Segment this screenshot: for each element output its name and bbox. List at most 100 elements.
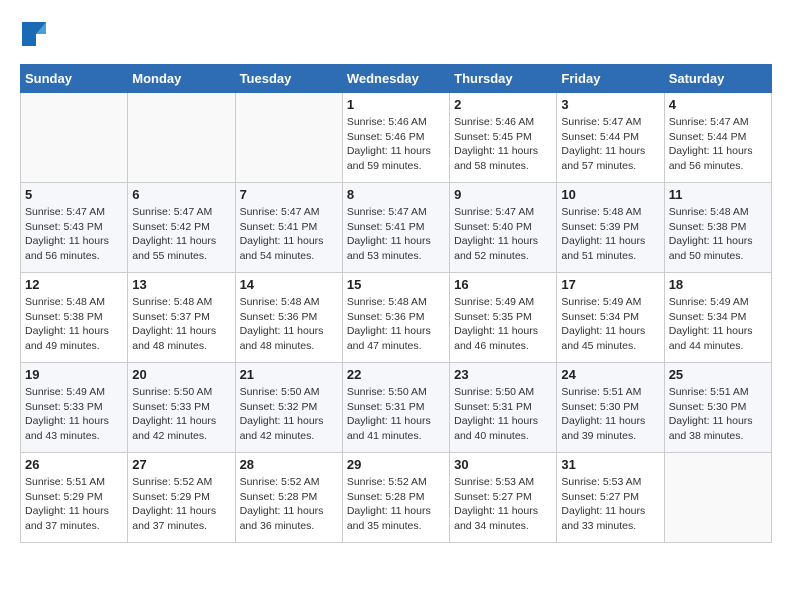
calendar-cell: 4Sunrise: 5:47 AM Sunset: 5:44 PM Daylig… (664, 93, 771, 183)
day-number: 26 (25, 457, 123, 472)
day-number: 14 (240, 277, 338, 292)
day-info: Sunrise: 5:47 AM Sunset: 5:43 PM Dayligh… (25, 205, 123, 264)
day-number: 5 (25, 187, 123, 202)
calendar-cell: 19 Sunrise: 5:49 AM Sunset: 5:33 PM Dayli… (21, 363, 128, 453)
day-info: Sunrise: 5:48 AM Sunset: 5:39 PM Dayligh… (561, 205, 659, 264)
calendar-week-row: 12 Sunrise: 5:48 AM Sunset: 5:38 PM Dayli… (21, 273, 772, 363)
weekday-header: Tuesday (235, 65, 342, 93)
calendar-week-row: 26 Sunrise: 5:51 AM Sunset: 5:29 PM Dayli… (21, 453, 772, 543)
day-number: 6 (132, 187, 230, 202)
day-number: 2 (454, 97, 552, 112)
day-number: 9 (454, 187, 552, 202)
calendar-cell: 22Sunrise: 5:50 AM Sunset: 5:31 PM Dayli… (342, 363, 449, 453)
calendar-cell: 13 Sunrise: 5:48 AM Sunset: 5:37 PM Dayli… (128, 273, 235, 363)
weekday-header: Friday (557, 65, 664, 93)
day-info: Sunrise: 5:50 AM Sunset: 5:31 PM Dayligh… (347, 385, 445, 444)
day-number: 8 (347, 187, 445, 202)
calendar-cell: 6 Sunrise: 5:47 AM Sunset: 5:42 PM Daylig… (128, 183, 235, 273)
day-number: 23 (454, 367, 552, 382)
day-number: 29 (347, 457, 445, 472)
calendar-cell: 21Sunrise: 5:50 AM Sunset: 5:32 PM Dayli… (235, 363, 342, 453)
day-info: Sunrise: 5:53 AM Sunset: 5:27 PM Dayligh… (454, 475, 552, 534)
day-number: 31 (561, 457, 659, 472)
day-number: 12 (25, 277, 123, 292)
calendar-table: SundayMondayTuesdayWednesdayThursdayFrid… (20, 64, 772, 543)
day-info: Sunrise: 5:49 AM Sunset: 5:35 PM Dayligh… (454, 295, 552, 354)
calendar-cell: 7 Sunrise: 5:47 AM Sunset: 5:41 PM Daylig… (235, 183, 342, 273)
day-number: 7 (240, 187, 338, 202)
weekday-header: Wednesday (342, 65, 449, 93)
day-info: Sunrise: 5:47 AM Sunset: 5:40 PM Dayligh… (454, 205, 552, 264)
weekday-header: Saturday (664, 65, 771, 93)
day-number: 28 (240, 457, 338, 472)
weekday-header: Monday (128, 65, 235, 93)
day-number: 17 (561, 277, 659, 292)
calendar-cell: 31 Sunrise: 5:53 AM Sunset: 5:27 PM Dayli… (557, 453, 664, 543)
day-info: Sunrise: 5:46 AM Sunset: 5:45 PM Dayligh… (454, 115, 552, 174)
day-info: Sunrise: 5:48 AM Sunset: 5:36 PM Dayligh… (347, 295, 445, 354)
day-number: 13 (132, 277, 230, 292)
calendar-cell: 29Sunrise: 5:52 AM Sunset: 5:28 PM Dayli… (342, 453, 449, 543)
calendar-cell: 27Sunrise: 5:52 AM Sunset: 5:29 PM Dayli… (128, 453, 235, 543)
weekday-header: Sunday (21, 65, 128, 93)
calendar-header-row: SundayMondayTuesdayWednesdayThursdayFrid… (21, 65, 772, 93)
day-info: Sunrise: 5:50 AM Sunset: 5:32 PM Dayligh… (240, 385, 338, 444)
calendar-week-row: 19 Sunrise: 5:49 AM Sunset: 5:33 PM Dayli… (21, 363, 772, 453)
calendar-cell: 8 Sunrise: 5:47 AM Sunset: 5:41 PM Daylig… (342, 183, 449, 273)
calendar-cell (664, 453, 771, 543)
day-number: 1 (347, 97, 445, 112)
day-info: Sunrise: 5:50 AM Sunset: 5:33 PM Dayligh… (132, 385, 230, 444)
calendar-cell: 15 Sunrise: 5:48 AM Sunset: 5:36 PM Dayli… (342, 273, 449, 363)
calendar-cell (21, 93, 128, 183)
day-info: Sunrise: 5:49 AM Sunset: 5:34 PM Dayligh… (561, 295, 659, 354)
calendar-cell: 23Sunrise: 5:50 AM Sunset: 5:31 PM Dayli… (450, 363, 557, 453)
calendar-cell: 30 Sunrise: 5:53 AM Sunset: 5:27 PM Dayli… (450, 453, 557, 543)
weekday-header: Thursday (450, 65, 557, 93)
day-info: Sunrise: 5:49 AM Sunset: 5:33 PM Dayligh… (25, 385, 123, 444)
calendar-cell: 17 Sunrise: 5:49 AM Sunset: 5:34 PM Dayli… (557, 273, 664, 363)
day-number: 11 (669, 187, 767, 202)
day-info: Sunrise: 5:48 AM Sunset: 5:38 PM Dayligh… (669, 205, 767, 264)
calendar-cell: 2 Sunrise: 5:46 AM Sunset: 5:45 PM Daylig… (450, 93, 557, 183)
logo-icon (20, 20, 48, 48)
day-info: Sunrise: 5:48 AM Sunset: 5:37 PM Dayligh… (132, 295, 230, 354)
calendar-cell (128, 93, 235, 183)
logo (20, 20, 50, 48)
day-info: Sunrise: 5:51 AM Sunset: 5:30 PM Dayligh… (669, 385, 767, 444)
calendar-cell: 28Sunrise: 5:52 AM Sunset: 5:28 PM Dayli… (235, 453, 342, 543)
calendar-cell: 12 Sunrise: 5:48 AM Sunset: 5:38 PM Dayli… (21, 273, 128, 363)
calendar-cell: 14Sunrise: 5:48 AM Sunset: 5:36 PM Dayli… (235, 273, 342, 363)
day-number: 4 (669, 97, 767, 112)
day-number: 19 (25, 367, 123, 382)
day-number: 27 (132, 457, 230, 472)
calendar-cell: 18Sunrise: 5:49 AM Sunset: 5:34 PM Dayli… (664, 273, 771, 363)
calendar-cell: 1 Sunrise: 5:46 AM Sunset: 5:46 PM Daylig… (342, 93, 449, 183)
calendar-cell: 24Sunrise: 5:51 AM Sunset: 5:30 PM Dayli… (557, 363, 664, 453)
day-number: 16 (454, 277, 552, 292)
day-info: Sunrise: 5:46 AM Sunset: 5:46 PM Dayligh… (347, 115, 445, 174)
calendar-cell: 25 Sunrise: 5:51 AM Sunset: 5:30 PM Dayli… (664, 363, 771, 453)
day-info: Sunrise: 5:51 AM Sunset: 5:29 PM Dayligh… (25, 475, 123, 534)
day-number: 25 (669, 367, 767, 382)
calendar-week-row: 5 Sunrise: 5:47 AM Sunset: 5:43 PM Daylig… (21, 183, 772, 273)
calendar-cell: 26 Sunrise: 5:51 AM Sunset: 5:29 PM Dayli… (21, 453, 128, 543)
day-info: Sunrise: 5:53 AM Sunset: 5:27 PM Dayligh… (561, 475, 659, 534)
calendar-cell: 3 Sunrise: 5:47 AM Sunset: 5:44 PM Daylig… (557, 93, 664, 183)
calendar-cell: 9 Sunrise: 5:47 AM Sunset: 5:40 PM Daylig… (450, 183, 557, 273)
day-info: Sunrise: 5:48 AM Sunset: 5:38 PM Dayligh… (25, 295, 123, 354)
day-info: Sunrise: 5:47 AM Sunset: 5:41 PM Dayligh… (240, 205, 338, 264)
calendar-week-row: 1 Sunrise: 5:46 AM Sunset: 5:46 PM Daylig… (21, 93, 772, 183)
day-number: 3 (561, 97, 659, 112)
day-number: 18 (669, 277, 767, 292)
day-number: 15 (347, 277, 445, 292)
day-number: 30 (454, 457, 552, 472)
calendar-cell: 10 Sunrise: 5:48 AM Sunset: 5:39 PM Dayli… (557, 183, 664, 273)
page-header (20, 20, 772, 48)
day-number: 10 (561, 187, 659, 202)
day-number: 20 (132, 367, 230, 382)
calendar-cell: 16 Sunrise: 5:49 AM Sunset: 5:35 PM Dayli… (450, 273, 557, 363)
calendar-cell: 20 Sunrise: 5:50 AM Sunset: 5:33 PM Dayli… (128, 363, 235, 453)
day-info: Sunrise: 5:47 AM Sunset: 5:44 PM Dayligh… (561, 115, 659, 174)
day-info: Sunrise: 5:47 AM Sunset: 5:42 PM Dayligh… (132, 205, 230, 264)
day-info: Sunrise: 5:47 AM Sunset: 5:41 PM Dayligh… (347, 205, 445, 264)
